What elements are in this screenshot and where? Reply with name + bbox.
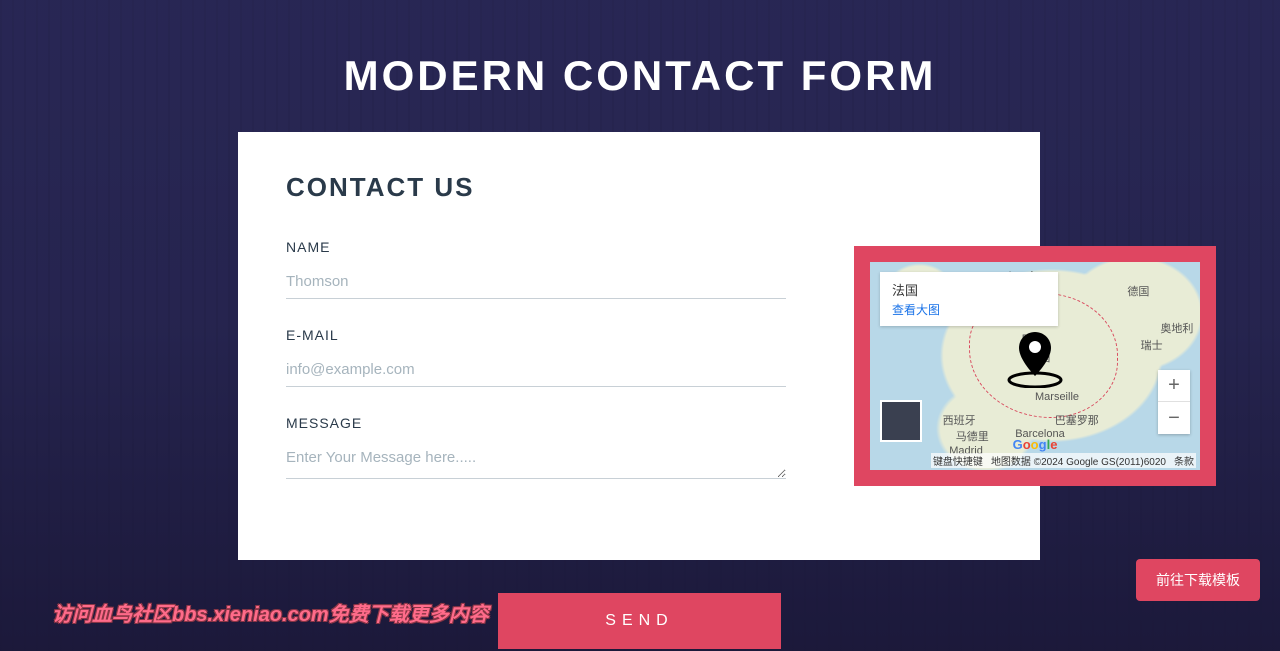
- map-label-madeli: 马德里: [956, 428, 989, 444]
- map-label-basailuona: 巴塞罗那: [1055, 412, 1099, 428]
- map-info-window: 法国 查看大图: [880, 272, 1058, 326]
- map-zoom-out-button[interactable]: −: [1158, 402, 1190, 434]
- map-label-ruishi: 瑞士: [1141, 337, 1163, 353]
- map-attribution: 键盘快捷键 地图数据 ©2024 Google GS(2011)6020 条款: [931, 453, 1196, 468]
- email-input[interactable]: [286, 353, 786, 387]
- map-data-text: 地图数据 ©2024 Google GS(2011)6020: [991, 453, 1166, 468]
- watermark-text: 访问血鸟社区bbs.xieniao.com免费下载更多内容: [52, 598, 489, 627]
- map-streetview-thumb[interactable]: [880, 400, 922, 442]
- map-label-aodili: 奥地利: [1160, 320, 1193, 336]
- map-shortcuts-link[interactable]: 键盘快捷键: [933, 453, 983, 468]
- map-container: London 德国 Pa 法国 瑞士 奥地利 Marseille 意大 巴塞罗那…: [854, 246, 1216, 486]
- map-pin-icon: [1003, 324, 1067, 393]
- map-info-title: 法国: [892, 280, 1046, 299]
- google-logo: Google: [1013, 437, 1058, 452]
- map-terms-link[interactable]: 条款: [1174, 453, 1194, 468]
- card-heading: CONTACT US: [286, 172, 992, 203]
- download-template-button[interactable]: 前往下载模板: [1136, 559, 1260, 601]
- message-textarea[interactable]: [286, 441, 786, 479]
- map-zoom-control: + −: [1158, 370, 1190, 434]
- map-zoom-in-button[interactable]: +: [1158, 370, 1190, 402]
- map-label-deguo: 德国: [1127, 283, 1149, 299]
- map-label-xibanya: 西班牙: [943, 412, 976, 428]
- send-button[interactable]: SEND: [498, 593, 781, 649]
- map-view-larger-link[interactable]: 查看大图: [892, 301, 1046, 318]
- page-title: MODERN CONTACT FORM: [0, 0, 1280, 100]
- name-input[interactable]: [286, 265, 786, 299]
- map[interactable]: London 德国 Pa 法国 瑞士 奥地利 Marseille 意大 巴塞罗那…: [870, 262, 1200, 470]
